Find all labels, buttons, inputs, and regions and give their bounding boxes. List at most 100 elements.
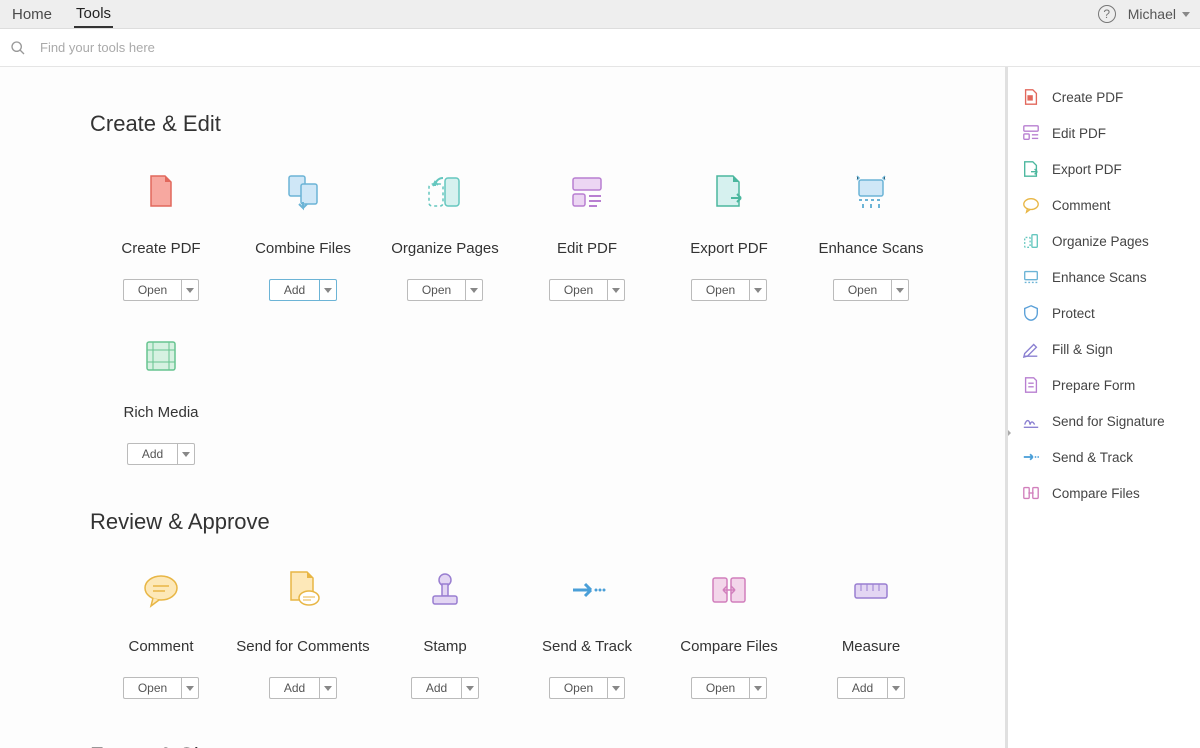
comment-icon [1022,196,1040,214]
tool-action: Open [833,279,909,301]
combine-files-icon [278,167,328,217]
tabs: Home Tools [10,0,113,28]
add-button[interactable]: Add [269,677,319,699]
enhance-scans-icon [846,167,896,217]
add-button[interactable]: Add [127,443,177,465]
action-dropdown[interactable] [181,279,199,301]
sidebar-item-send-track[interactable]: Send & Track [1008,439,1200,475]
action-dropdown[interactable] [181,677,199,699]
tool-rich-media[interactable]: Rich Media Add [90,331,232,465]
tool-send-track[interactable]: Send & Track Open [516,565,658,699]
chevron-down-icon [324,288,332,293]
tool-compare-files[interactable]: Compare Files Open [658,565,800,699]
tool-export-pdf[interactable]: Export PDF Open [658,167,800,301]
action-dropdown[interactable] [749,279,767,301]
organize-pages-icon [1022,232,1040,250]
tool-action: Open [123,677,199,699]
action-dropdown[interactable] [891,279,909,301]
sidebar-item-prepare-form[interactable]: Prepare Form [1008,367,1200,403]
user-menu[interactable]: Michael [1128,6,1190,22]
action-dropdown[interactable] [319,279,337,301]
send-for-signature-icon [1022,412,1040,430]
tool-send-for-comments[interactable]: Send for Comments Add [232,565,374,699]
action-dropdown[interactable] [607,677,625,699]
top-bar: Home Tools ? Michael [0,0,1200,29]
sidebar-item-fill-sign[interactable]: Fill & Sign [1008,331,1200,367]
tool-action: Open [549,677,625,699]
fill-sign-icon [1022,340,1040,358]
edit-pdf-icon [562,167,612,217]
sidebar-item-label: Export PDF [1052,162,1122,177]
compare-files-icon [704,565,754,615]
export-pdf-icon [1022,160,1040,178]
sidebar-item-create-pdf[interactable]: Create PDF [1008,79,1200,115]
action-dropdown[interactable] [177,443,195,465]
help-icon[interactable]: ? [1098,5,1116,23]
add-button[interactable]: Add [269,279,319,301]
tool-comment[interactable]: Comment Open [90,565,232,699]
tool-action: Open [407,279,483,301]
tab-home[interactable]: Home [10,0,54,28]
sidebar-item-label: Edit PDF [1052,126,1106,141]
add-button[interactable]: Add [837,677,887,699]
enhance-scans-icon [1022,268,1040,286]
sidebar-item-edit-pdf[interactable]: Edit PDF [1008,115,1200,151]
create-pdf-icon [136,167,186,217]
tool-action: Add [837,677,905,699]
sidebar-item-label: Create PDF [1052,90,1123,105]
open-button[interactable]: Open [691,677,749,699]
tool-enhance-scans[interactable]: Enhance Scans Open [800,167,942,301]
tool-label: Rich Media [123,395,198,431]
tool-create-pdf[interactable]: Create PDF Open [90,167,232,301]
action-dropdown[interactable] [319,677,337,699]
sidebar-item-label: Send for Signature [1052,414,1165,429]
open-button[interactable]: Open [549,677,607,699]
action-dropdown[interactable] [607,279,625,301]
tool-label: Export PDF [690,231,768,267]
shield-icon [1022,304,1040,322]
chevron-down-icon [892,686,900,691]
sidebar-item-enhance-scans[interactable]: Enhance Scans [1008,259,1200,295]
export-pdf-icon [704,167,754,217]
tool-grid-create-edit: Create PDF Open Combine Files Add [90,167,1005,465]
tool-label: Comment [128,629,193,665]
tab-tools[interactable]: Tools [74,0,113,28]
add-button[interactable]: Add [411,677,461,699]
tool-action: Add [269,677,337,699]
collapse-handle-icon[interactable] [1005,427,1011,439]
sidebar-item-organize-pages[interactable]: Organize Pages [1008,223,1200,259]
open-button[interactable]: Open [691,279,749,301]
tool-label: Compare Files [680,629,778,665]
tool-action: Open [691,677,767,699]
search-bar [0,29,1200,67]
action-dropdown[interactable] [749,677,767,699]
tool-edit-pdf[interactable]: Edit PDF Open [516,167,658,301]
rich-media-icon [136,331,186,381]
open-button[interactable]: Open [123,677,181,699]
sidebar-item-comment[interactable]: Comment [1008,187,1200,223]
open-button[interactable]: Open [123,279,181,301]
tool-stamp[interactable]: Stamp Add [374,565,516,699]
chevron-down-icon [466,686,474,691]
chevron-down-icon [186,288,194,293]
tool-combine-files[interactable]: Combine Files Add [232,167,374,301]
tool-organize-pages[interactable]: Organize Pages Open [374,167,516,301]
action-dropdown[interactable] [465,279,483,301]
open-button[interactable]: Open [549,279,607,301]
action-dropdown[interactable] [461,677,479,699]
action-dropdown[interactable] [887,677,905,699]
sidebar-item-send-for-signature[interactable]: Send for Signature [1008,403,1200,439]
sidebar-item-compare-files[interactable]: Compare Files [1008,475,1200,511]
compare-files-icon [1022,484,1040,502]
tool-label: Enhance Scans [818,231,923,267]
tool-measure[interactable]: Measure Add [800,565,942,699]
search-input[interactable] [38,39,438,56]
tool-action: Open [549,279,625,301]
send-track-icon [1022,448,1040,466]
sidebar-item-export-pdf[interactable]: Export PDF [1008,151,1200,187]
stamp-icon [420,565,470,615]
open-button[interactable]: Open [833,279,891,301]
sidebar-item-protect[interactable]: Protect [1008,295,1200,331]
tool-label: Stamp [423,629,466,665]
open-button[interactable]: Open [407,279,465,301]
